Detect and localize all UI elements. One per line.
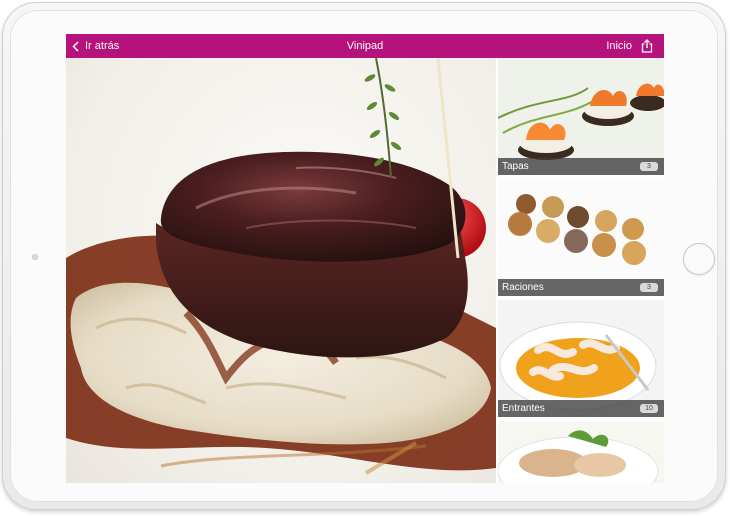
chevron-left-icon xyxy=(72,40,79,52)
app-title: Vinipad xyxy=(346,40,384,52)
category-tile-partial[interactable] xyxy=(498,421,664,483)
category-caption: Tapas 3 xyxy=(498,158,664,175)
category-label: Raciones xyxy=(502,282,544,293)
home-hardware-button[interactable] xyxy=(683,243,715,275)
front-camera xyxy=(32,254,38,260)
navigation-bar: Ir atrás Vinipad Inicio xyxy=(66,34,664,58)
category-count-badge: 3 xyxy=(640,283,658,292)
category-caption: Raciones 3 xyxy=(498,279,664,296)
category-tile-raciones[interactable]: Raciones 3 xyxy=(498,179,664,296)
featured-dish-photo[interactable] xyxy=(66,58,496,483)
nav-right-actions: Inicio xyxy=(606,34,654,58)
category-label: Tapas xyxy=(502,161,529,172)
category-tile-entrantes[interactable]: Entrantes 10 xyxy=(498,300,664,417)
back-button[interactable]: Ir atrás xyxy=(72,34,119,58)
share-icon[interactable] xyxy=(640,39,654,53)
category-label: Entrantes xyxy=(502,403,545,414)
app-screen: Ir atrás Vinipad Inicio Tapas 3 Raciones… xyxy=(66,34,664,483)
back-button-label: Ir atrás xyxy=(85,40,120,52)
category-caption: Entrantes 10 xyxy=(498,400,664,417)
category-count-badge: 10 xyxy=(640,404,658,413)
category-list: Tapas 3 Raciones 3 Entrantes 10 xyxy=(498,58,664,483)
category-tile-tapas[interactable]: Tapas 3 xyxy=(498,58,664,175)
category-count-badge: 3 xyxy=(640,162,658,171)
home-link[interactable]: Inicio xyxy=(606,40,632,52)
